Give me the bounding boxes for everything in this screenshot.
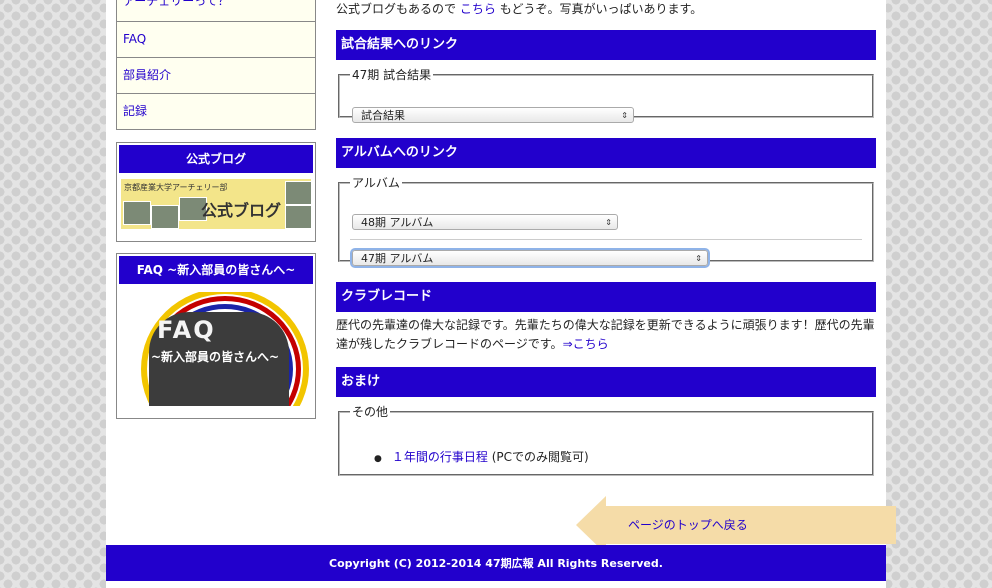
banner-subtitle: 京都産業大学アーチェリー部 (124, 183, 228, 192)
extras-list-item: ● １年間の行事日程 (PCでのみ閲覧可) (374, 448, 589, 465)
album-select-47-value: 47期 アルバム (361, 252, 434, 265)
extras-heading: おまけ (336, 367, 876, 397)
intro-text-lead: 公式ブログもあるので (336, 2, 457, 16)
sidebar-item-archery[interactable]: アーチェリーって？ (117, 0, 315, 21)
album-legend: アルバム (352, 176, 400, 190)
select-arrows-icon: ⇕ (621, 111, 628, 120)
faq-banner-title: FAQ (157, 316, 216, 344)
sidebar-link-archery[interactable]: アーチェリーって？ (123, 0, 230, 8)
extras-legend: その他 (352, 405, 389, 419)
faq-box-title: FAQ ~新入部員の皆さんへ~ (119, 256, 313, 284)
album-heading: アルバムへのリンク (336, 138, 876, 168)
blog-link[interactable]: こちら (460, 2, 496, 16)
sidebar-item-members[interactable]: 部員紹介 (117, 57, 315, 93)
faq-banner[interactable]: FAQ ~新入部員の皆さんへ~ (121, 292, 311, 406)
schedule-link[interactable]: １年間の行事日程 (392, 450, 488, 464)
records-text: 歴代の先輩達の偉大な記録です。先輩たちの偉大な記録を更新できるように頑張ります！… (336, 316, 876, 354)
blog-box-title: 公式ブログ (119, 145, 313, 173)
banner-photo (285, 205, 311, 229)
blog-banner[interactable]: 京都産業大学アーチェリー部 公式ブログ (121, 179, 311, 229)
results-fieldset: 47期 試合結果 試合結果 ⇕ (338, 66, 874, 123)
sidebar-link-records[interactable]: 記録 (123, 104, 147, 118)
results-select[interactable]: 試合結果 ⇕ (352, 107, 634, 123)
sidebar-item-faq[interactable]: FAQ (117, 21, 315, 57)
results-select-value: 試合結果 (361, 109, 405, 122)
intro-text-tail: もどうぞ。写真がいっぱいあります。 (499, 2, 703, 16)
footer: Copyright (C) 2012-2014 47期広報 All Rights… (106, 545, 886, 581)
schedule-note: (PCでのみ閲覧可) (491, 450, 589, 464)
banner-photo (123, 201, 151, 225)
faq-box: FAQ ~新入部員の皆さんへ~ FAQ ~新入部員の皆さんへ~ (116, 253, 316, 419)
select-arrows-icon: ⇕ (695, 254, 702, 263)
records-heading: クラブレコード (336, 282, 876, 312)
extras-fieldset: その他 ● １年間の行事日程 (PCでのみ閲覧可) (338, 403, 874, 476)
banner-photo (151, 205, 179, 229)
banner-photo (285, 181, 311, 205)
banner-title: 公式ブログ (201, 201, 282, 220)
album-select-47[interactable]: 47期 アルバム ⇕ (352, 250, 708, 266)
faq-banner-subtitle: ~新入部員の皆さんへ~ (151, 350, 280, 364)
copyright-text: Copyright (C) 2012-2014 47期広報 All Rights… (329, 557, 663, 570)
results-legend: 47期 試合結果 (352, 68, 432, 82)
select-arrows-icon: ⇕ (605, 218, 612, 227)
album-divider (350, 239, 862, 240)
page-container: アーチェリーって？ FAQ 部員紹介 記録 公式ブログ 京都産業大学アーチェリー… (106, 0, 896, 588)
album-select-48[interactable]: 48期 アルバム ⇕ (352, 214, 618, 230)
album-select-48-value: 48期 アルバム (361, 216, 434, 229)
sidebar-link-members[interactable]: 部員紹介 (123, 68, 171, 82)
results-heading: 試合結果へのリンク (336, 30, 876, 60)
album-fieldset: アルバム 48期 アルバム ⇕ 47期 アルバム ⇕ (338, 174, 874, 266)
records-link[interactable]: ⇒こちら (563, 337, 609, 351)
bullet-icon: ● (374, 454, 382, 464)
blog-box: 公式ブログ 京都産業大学アーチェリー部 公式ブログ (116, 142, 316, 242)
sidebar-link-faq[interactable]: FAQ (123, 32, 146, 46)
sidebar-nav: アーチェリーって？ FAQ 部員紹介 記録 (116, 0, 316, 130)
sidebar-item-records[interactable]: 記録 (117, 93, 315, 129)
back-to-top-link[interactable]: ページのトップへ戻る (628, 516, 748, 533)
intro-text: 公式ブログもあるので こちら もどうぞ。写真がいっぱいあります。 (336, 0, 702, 17)
